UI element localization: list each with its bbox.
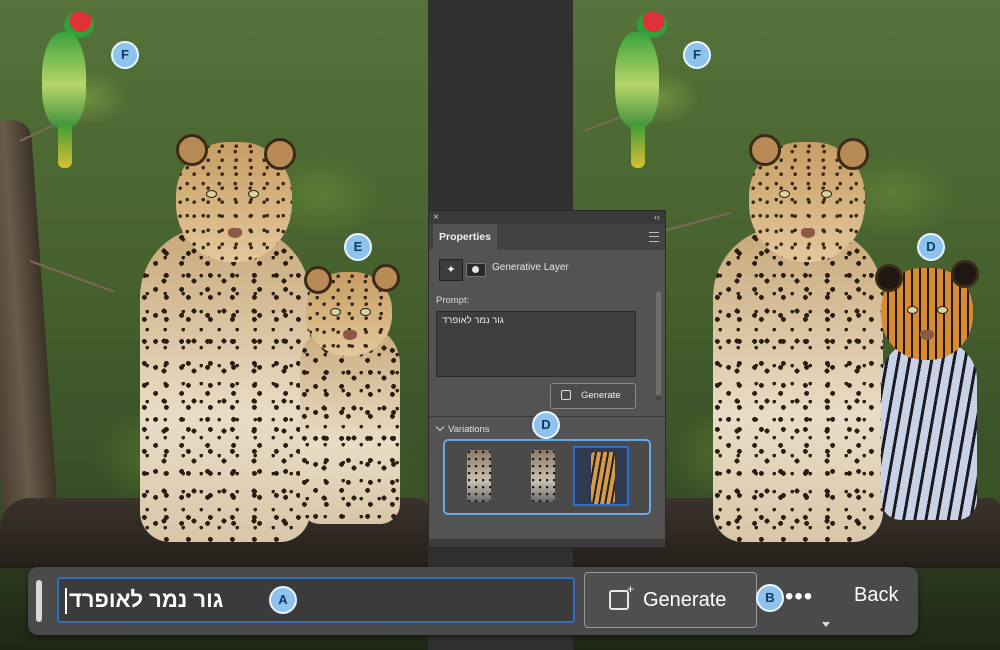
variations-strip xyxy=(443,439,651,515)
panel-titlebar: × ‹‹ xyxy=(429,211,665,224)
callout-f: F xyxy=(683,41,711,69)
drag-handle[interactable] xyxy=(36,580,42,622)
tab-properties[interactable]: Properties xyxy=(433,224,497,250)
callout-a: A xyxy=(269,586,297,614)
left-photo: F E xyxy=(0,0,428,650)
variation-thumb-2[interactable] xyxy=(515,446,571,506)
mask-icon[interactable] xyxy=(466,263,486,277)
back-button[interactable]: Back xyxy=(854,584,898,607)
properties-panel: × ‹‹ Properties ✦ Generative Layer Promp… xyxy=(428,210,666,548)
text-caret xyxy=(65,588,67,614)
generate-sparkle-icon xyxy=(609,582,634,610)
branch xyxy=(662,211,731,232)
panel-generate-label: Generate xyxy=(581,390,621,401)
variation-thumb-3-selected[interactable] xyxy=(573,446,629,506)
generate-label: Generate xyxy=(643,589,727,611)
generative-layer-icon: ✦ xyxy=(439,259,463,281)
callout-b: B xyxy=(756,584,784,612)
panel-menu-icon[interactable] xyxy=(649,232,659,242)
generate-sparkle-icon xyxy=(561,390,571,400)
callout-e: E xyxy=(344,233,372,261)
layer-name: Generative Layer xyxy=(492,262,569,273)
prompt-field-value: גור נמר לאופרד xyxy=(69,587,224,612)
branch xyxy=(29,260,115,293)
callout-d: D xyxy=(917,233,945,261)
more-caret-icon[interactable] xyxy=(822,622,830,627)
panel-generate-button[interactable]: Generate xyxy=(550,383,636,409)
callout-d: D xyxy=(532,411,560,439)
variations-header[interactable]: Variations xyxy=(435,422,490,435)
chevron-down-icon xyxy=(435,422,445,432)
close-icon[interactable]: × xyxy=(433,211,439,224)
panel-footer xyxy=(429,539,665,547)
contextual-taskbar: גור נמר לאופרד Generate ••• Back xyxy=(28,567,918,635)
layer-row: ✦ Generative Layer xyxy=(439,259,639,281)
generate-button[interactable]: Generate xyxy=(584,572,757,628)
collapse-icon[interactable]: ‹‹ xyxy=(654,211,660,224)
callout-f: F xyxy=(111,41,139,69)
panel-scroll-thumb[interactable] xyxy=(656,291,661,396)
prompt-input[interactable]: גור נמר לאופרד xyxy=(436,311,636,377)
variation-thumb-1[interactable] xyxy=(451,446,507,506)
panel-tabs: Properties xyxy=(429,224,665,250)
tree-trunk xyxy=(0,118,60,542)
panel-scrollbar[interactable] xyxy=(656,291,661,401)
prompt-field[interactable]: גור נמר לאופרד xyxy=(57,577,575,623)
variations-label: Variations xyxy=(448,424,490,435)
prompt-label: Prompt: xyxy=(436,295,470,306)
more-dots-icon[interactable]: ••• xyxy=(785,581,813,613)
